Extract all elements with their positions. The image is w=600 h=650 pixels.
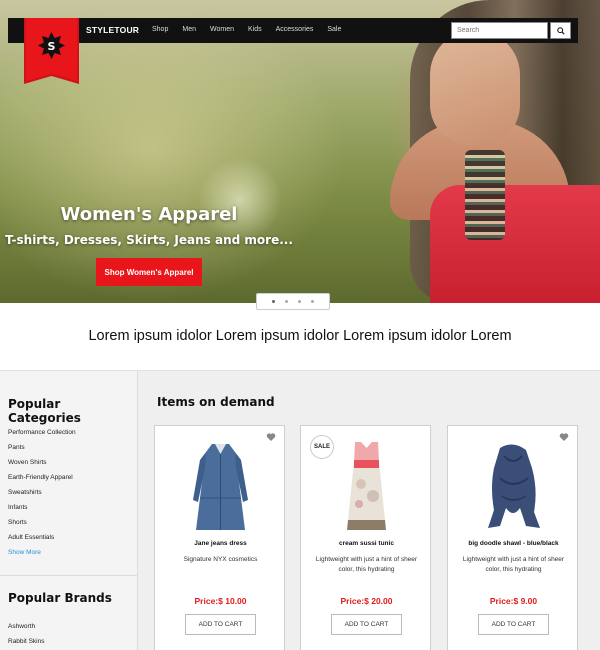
category-list: Performance Collection Pants Woven Shirt… (8, 425, 76, 560)
search-button[interactable] (550, 22, 571, 39)
product-name[interactable]: big doodle shawl - blue/black (448, 540, 579, 547)
nav-link-shop[interactable]: Shop (152, 26, 168, 33)
logo[interactable]: S (24, 18, 79, 90)
hero-banner: Women's Apparel T-shirts, Dresses, Skirt… (0, 0, 600, 303)
svg-text:S: S (48, 40, 56, 53)
brand-item[interactable]: Rabbit Skins (8, 634, 45, 649)
product-card[interactable]: Jane jeans dress Signature NYX cosmetics… (154, 425, 285, 650)
product-card[interactable]: big doodle shawl - blue/black Lightweigh… (447, 425, 578, 650)
tagline: Lorem ipsum idolor Lorem ipsum idolor Lo… (88, 328, 512, 344)
product-price: Price:$ 20.00 (340, 596, 393, 606)
category-item[interactable]: Woven Shirts (8, 455, 76, 470)
search-input[interactable] (451, 22, 548, 39)
brand-name[interactable]: STYLETOUR (86, 25, 139, 35)
content-section: Popular Categories Performance Collectio… (0, 370, 600, 650)
product-image[interactable] (448, 438, 579, 538)
brand-list: Ashworth Rabbit Skins (8, 619, 45, 649)
product-name[interactable]: Jane jeans dress (155, 540, 286, 547)
search-icon (556, 26, 565, 35)
sidebar: Popular Categories Performance Collectio… (0, 371, 138, 650)
product-price: Price:$ 9.00 (489, 596, 538, 606)
sidebar-divider (0, 575, 138, 576)
nav-link-men[interactable]: Men (182, 26, 196, 33)
hero-title: Women's Apparel (60, 204, 238, 225)
add-to-cart-button[interactable]: ADD TO CART (185, 614, 256, 635)
hero-subtitle: T-shirts, Dresses, Skirts, Jeans and mor… (5, 233, 293, 247)
nav-link-women[interactable]: Women (210, 26, 234, 33)
items-on-demand-heading: Items on demand (157, 395, 275, 409)
category-item[interactable]: Adult Essentials (8, 530, 76, 545)
shop-womens-apparel-button[interactable]: Shop Women's Apparel (96, 258, 202, 286)
nav-link-kids[interactable]: Kids (248, 26, 262, 33)
popular-categories-heading: Popular Categories (8, 397, 81, 425)
brand-item[interactable]: Ashworth (8, 619, 45, 634)
slider-dot[interactable] (272, 300, 275, 303)
category-item[interactable]: Shorts (8, 515, 76, 530)
category-item[interactable]: Infants (8, 500, 76, 515)
add-to-cart-button[interactable]: ADD TO CART (331, 614, 402, 635)
category-item[interactable]: Earth-Friendly Apparel (8, 470, 76, 485)
popular-brands-heading: Popular Brands (8, 591, 112, 605)
category-item[interactable]: Sweatshirts (8, 485, 76, 500)
slider-pagination (256, 293, 330, 310)
product-description: Lightweight with just a hint of sheer co… (462, 556, 565, 573)
top-navbar: STYLETOUR Shop Men Women Kids Accessorie… (8, 18, 578, 43)
product-price: Price:$ 10.00 (194, 596, 247, 606)
nav-link-accessories[interactable]: Accessories (276, 26, 314, 33)
product-card[interactable]: SALE cream sussi tunic Lightweight with … (300, 425, 431, 650)
category-item[interactable]: Pants (8, 440, 76, 455)
product-description: Lightweight with just a hint of sheer co… (315, 556, 418, 573)
slider-dot[interactable] (298, 300, 301, 303)
product-name[interactable]: cream sussi tunic (301, 540, 432, 547)
show-more-link[interactable]: Show More (8, 545, 76, 560)
slider-dot[interactable] (311, 300, 314, 303)
nav-link-sale[interactable]: Sale (327, 26, 341, 33)
product-image[interactable] (301, 438, 432, 538)
category-item[interactable]: Performance Collection (8, 425, 76, 440)
add-to-cart-button[interactable]: ADD TO CART (478, 614, 549, 635)
main-nav: Shop Men Women Kids Accessories Sale (152, 26, 355, 33)
slider-dot[interactable] (285, 300, 288, 303)
product-image[interactable] (155, 438, 286, 538)
product-description: Signature NYX cosmetics (183, 556, 258, 563)
hero-model-image (370, 0, 600, 303)
